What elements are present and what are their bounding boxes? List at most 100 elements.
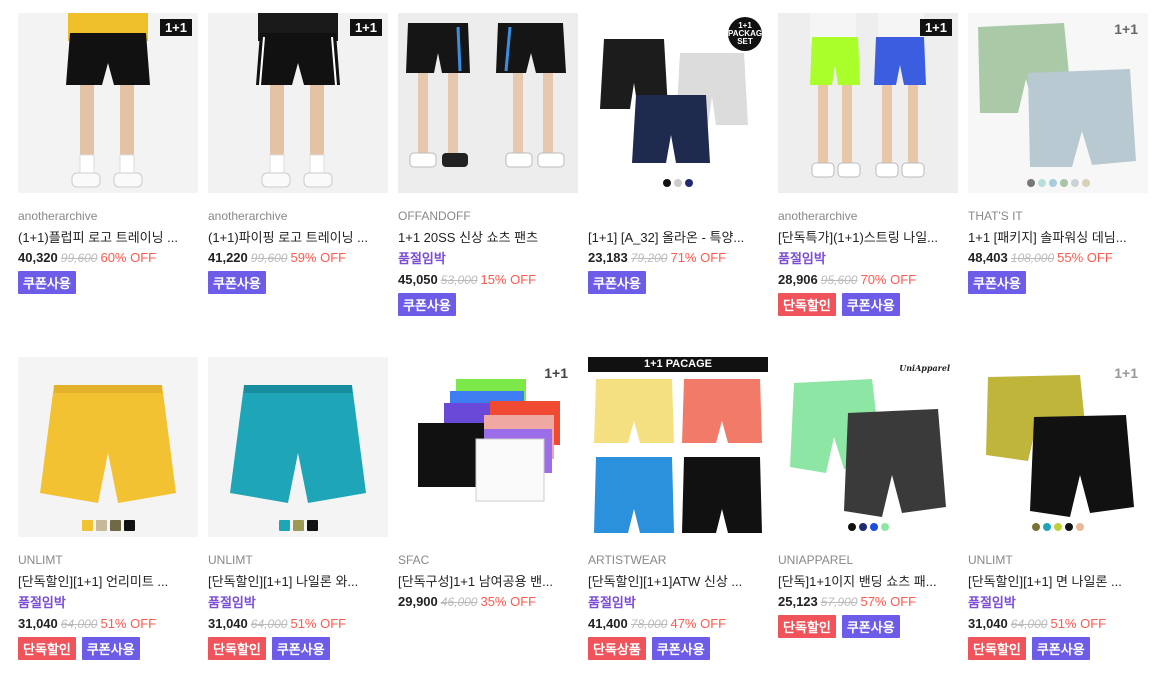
product-card[interactable]: 1+1 PACAGE ARTISTWEAR [단독할인][1+1]ATW 신상 … (588, 357, 768, 660)
product-name[interactable]: [단독할인][1+1] 언리미트 ... (18, 572, 198, 591)
product-name[interactable]: [단독할인][1+1] 면 나일론 ... (968, 572, 1148, 591)
product-card[interactable]: 1+1 anotherarchive (1+1)플럽피 로고 트레이닝 ... … (18, 13, 198, 294)
swatch-olive[interactable] (292, 520, 304, 531)
product-image[interactable]: 1+1 (18, 13, 198, 193)
badge-row: 단독할인 쿠폰사용 (208, 637, 388, 660)
product-brand[interactable]: anotherarchive (208, 209, 388, 224)
swatch-mint[interactable] (880, 523, 889, 531)
exclusive-product-badge[interactable]: 단독상품 (588, 637, 646, 660)
coupon-badge[interactable]: 쿠폰사용 (841, 293, 900, 316)
swatch-skyblue[interactable] (1048, 179, 1057, 187)
product-brand[interactable]: ARTISTWEAR (588, 553, 768, 568)
product-card[interactable]: UNLIMT [단독할인][1+1] 나일론 와... 품절임박 31,040 6… (208, 357, 388, 660)
promo-tag: 1+1 (919, 19, 952, 36)
product-name[interactable]: [단독]1+1이지 밴딩 쇼츠 패... (778, 572, 958, 591)
product-card[interactable]: 1+1 SFAC [단독구성]1+1 남여공용 밴... 29,900 46,00… (398, 357, 578, 611)
exclusive-discount-badge[interactable]: 단독할인 (18, 637, 76, 660)
product-name[interactable]: [단독구성]1+1 남여공용 밴... (398, 572, 578, 591)
coupon-badge[interactable]: 쿠폰사용 (841, 615, 900, 638)
swatch-peach[interactable] (1076, 523, 1084, 531)
product-name[interactable]: [단독할인][1+1] 나일론 와... (208, 572, 388, 591)
product-brand[interactable]: UNIAPPAREL (778, 553, 958, 568)
swatch-navy[interactable] (685, 179, 693, 187)
swatch-lightgray[interactable] (1070, 179, 1079, 187)
product-brand[interactable]: UNLIMT (968, 553, 1148, 568)
swatch-beige[interactable] (95, 520, 107, 531)
exclusive-discount-badge[interactable]: 단독할인 (208, 637, 266, 660)
coupon-badge[interactable]: 쿠폰사용 (398, 293, 456, 316)
sale-price: 29,900 (398, 594, 438, 609)
product-image[interactable]: 1+1 (208, 13, 388, 193)
product-image[interactable]: 1+1 (968, 13, 1148, 193)
product-card[interactable]: 1+1 anotherarchive [단독특가](1+1)스트링 나일... … (778, 13, 958, 316)
swatch-sage[interactable] (1059, 179, 1068, 187)
coupon-badge[interactable]: 쿠폰사용 (208, 271, 266, 294)
product-name[interactable]: [1+1] [A_32] 올라온 - 특양... (588, 228, 768, 247)
swatch-black[interactable] (663, 179, 671, 187)
swatch-black[interactable] (306, 520, 318, 531)
product-brand[interactable]: anotherarchive (778, 209, 958, 224)
product-name[interactable]: [단독특가](1+1)스트링 나일... (778, 228, 958, 247)
promo-tag: 1+1 (1114, 365, 1138, 381)
swatch-teal[interactable] (1043, 523, 1051, 531)
soldout-soon-label: 품절임박 (18, 595, 66, 610)
product-image[interactable]: UniApparel (778, 357, 958, 537)
coupon-badge[interactable]: 쿠폰사용 (81, 637, 140, 660)
coupon-badge[interactable]: 쿠폰사용 (588, 271, 646, 294)
badge-row: 쿠폰사용 (968, 271, 1148, 294)
product-name[interactable]: 1+1 [패키지] 솔파워싱 데님... (968, 228, 1148, 247)
product-brand[interactable]: OFFANDOFF (398, 209, 578, 224)
product-card[interactable]: UniApparel UNIAPPAREL [단독]1+1이지 밴딩 쇼츠 패.… (778, 357, 958, 638)
swatch-beige[interactable] (1081, 179, 1090, 187)
badge-row: 단독할인 쿠폰사용 (18, 637, 198, 660)
product-card[interactable]: 1+1 UNLIMT [단독할인][1+1] 면 나일론 ... 품절임박 31… (968, 357, 1148, 660)
product-name[interactable]: 1+1 20SS 신상 쇼츠 팬츠 (398, 228, 578, 247)
product-name[interactable]: [단독할인][1+1]ATW 신상 ... (588, 572, 768, 591)
product-brand[interactable]: UNLIMT (18, 553, 198, 568)
swatch-gray[interactable] (674, 179, 682, 187)
product-brand[interactable]: UNLIMT (208, 553, 388, 568)
product-image[interactable] (208, 357, 388, 537)
swatch-black[interactable] (1065, 523, 1073, 531)
discount-rate: 59% OFF (290, 250, 347, 265)
product-brand[interactable] (588, 209, 768, 224)
exclusive-discount-badge[interactable]: 단독할인 (778, 615, 836, 638)
swatch-black[interactable] (847, 523, 856, 531)
swatch-gray[interactable] (1026, 179, 1035, 187)
exclusive-discount-badge[interactable]: 단독할인 (778, 293, 836, 316)
product-image[interactable] (398, 13, 578, 193)
price-row: 28,906 95,600 70% OFF (778, 270, 958, 289)
product-card[interactable]: 1+1 PACKAGE SET [1+1] [A_32] 올라온 - 특양...… (588, 13, 768, 294)
product-card[interactable]: OFFANDOFF 1+1 20SS 신상 쇼츠 팬츠 품절임박 45,050 5… (398, 13, 578, 316)
product-image[interactable]: 1+1 (398, 357, 578, 537)
product-image[interactable]: 1+1 (968, 357, 1148, 537)
swatch-mint[interactable] (1037, 179, 1046, 187)
product-image[interactable]: 1+1 (778, 13, 958, 193)
swatch-navy[interactable] (858, 523, 867, 531)
product-image[interactable] (18, 357, 198, 537)
coupon-badge[interactable]: 쿠폰사용 (18, 271, 76, 294)
swatch-black[interactable] (123, 520, 135, 531)
swatch-yellow[interactable] (81, 520, 93, 531)
product-name[interactable]: (1+1)플럽피 로고 트레이닝 ... (18, 228, 198, 247)
swatch-blue[interactable] (869, 523, 878, 531)
product-image[interactable]: 1+1 PACAGE (588, 357, 768, 537)
coupon-badge[interactable]: 쿠폰사용 (1031, 637, 1090, 660)
product-name[interactable]: (1+1)파이핑 로고 트레이닝 ... (208, 228, 388, 247)
product-card[interactable]: UNLIMT [단독할인][1+1] 언리미트 ... 품절임박 31,040 6… (18, 357, 198, 660)
product-card[interactable]: 1+1 THAT'S IT 1+1 [패키지] 솔파워싱 데님... 48,40… (968, 13, 1148, 294)
coupon-badge[interactable]: 쿠폰사용 (651, 637, 710, 660)
coupon-badge[interactable]: 쿠폰사용 (968, 271, 1026, 294)
product-image[interactable]: 1+1 PACKAGE SET (588, 13, 768, 193)
product-brand[interactable]: THAT'S IT (968, 209, 1148, 224)
product-card[interactable]: 1+1 anotherarchive (1+1)파이핑 로고 트레이닝 ... … (208, 13, 388, 294)
exclusive-discount-badge[interactable]: 단독할인 (968, 637, 1026, 660)
swatch-olive[interactable] (1032, 523, 1040, 531)
swatch-teal[interactable] (278, 520, 290, 531)
product-brand[interactable]: SFAC (398, 553, 578, 568)
coupon-badge[interactable]: 쿠폰사용 (271, 637, 330, 660)
swatch-olive[interactable] (109, 520, 121, 531)
product-brand[interactable]: anotherarchive (18, 209, 198, 224)
swatch-lime[interactable] (1054, 523, 1062, 531)
sale-price: 31,040 (18, 616, 58, 631)
